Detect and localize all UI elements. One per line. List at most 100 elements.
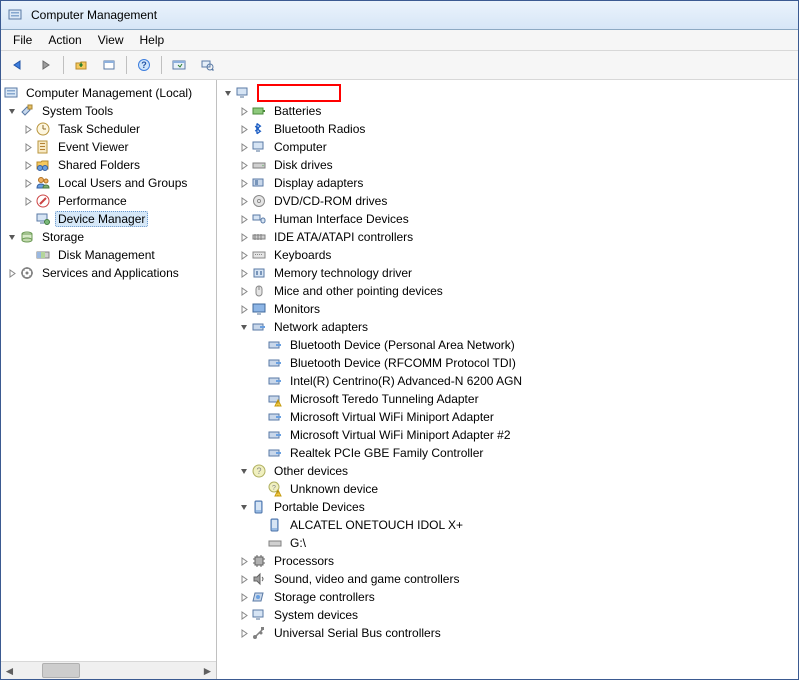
category-network[interactable]: Network adapters	[217, 318, 798, 336]
help-button[interactable]: ?	[131, 53, 157, 77]
category-memory-tech[interactable]: Memory technology driver	[217, 264, 798, 282]
menu-file[interactable]: File	[5, 33, 40, 47]
collapse-icon[interactable]	[5, 230, 19, 244]
device-portable-0[interactable]: ALCATEL ONETOUCH IDOL X+	[217, 516, 798, 534]
device-tree[interactable]: Batteries Bluetooth Radios Computer Disk…	[217, 80, 798, 679]
expand-icon[interactable]	[5, 266, 19, 280]
device-net-5[interactable]: Microsoft Virtual WiFi Miniport Adapter …	[217, 426, 798, 444]
category-disk-drives[interactable]: Disk drives	[217, 156, 798, 174]
scroll-right-button[interactable]: ►	[199, 663, 216, 678]
view-button[interactable]	[166, 53, 192, 77]
collapse-icon[interactable]	[237, 500, 251, 514]
node-event-viewer[interactable]: Event Viewer	[1, 138, 216, 156]
expand-icon[interactable]	[237, 626, 251, 640]
category-bluetooth[interactable]: Bluetooth Radios	[217, 120, 798, 138]
expand-icon[interactable]	[237, 572, 251, 586]
collapse-icon[interactable]	[221, 86, 235, 100]
expand-icon[interactable]	[21, 194, 35, 208]
category-portable[interactable]: Portable Devices	[217, 498, 798, 516]
device-portable-1[interactable]: G:\	[217, 534, 798, 552]
navigation-tree[interactable]: Computer Management (Local) System Tools…	[1, 80, 217, 679]
expand-icon[interactable]	[237, 284, 251, 298]
device-net-6[interactable]: Realtek PCIe GBE Family Controller	[217, 444, 798, 462]
expand-icon[interactable]	[21, 158, 35, 172]
sound-icon	[251, 571, 267, 587]
expand-icon[interactable]	[237, 230, 251, 244]
expand-icon[interactable]	[237, 266, 251, 280]
expand-icon[interactable]	[237, 212, 251, 226]
device-net-3[interactable]: !Microsoft Teredo Tunneling Adapter	[217, 390, 798, 408]
expand-icon[interactable]	[237, 158, 251, 172]
expand-icon[interactable]	[237, 302, 251, 316]
expand-icon[interactable]	[237, 590, 251, 604]
device-net-0[interactable]: Bluetooth Device (Personal Area Network)	[217, 336, 798, 354]
up-folder-button[interactable]	[68, 53, 94, 77]
node-task-scheduler[interactable]: Task Scheduler	[1, 120, 216, 138]
expand-icon[interactable]	[21, 176, 35, 190]
expand-icon[interactable]	[237, 140, 251, 154]
node-device-manager[interactable]: Device Manager	[1, 210, 216, 228]
expand-icon[interactable]	[237, 176, 251, 190]
forward-button[interactable]	[33, 53, 59, 77]
device-net-1[interactable]: Bluetooth Device (RFCOMM Protocol TDI)	[217, 354, 798, 372]
scroll-thumb[interactable]	[42, 663, 80, 678]
node-label: Performance	[55, 193, 130, 209]
device-unknown[interactable]: ?!Unknown device	[217, 480, 798, 498]
expand-icon[interactable]	[237, 554, 251, 568]
other-devices-icon: ?	[251, 463, 267, 479]
node-disk-management[interactable]: Disk Management	[1, 246, 216, 264]
collapse-icon[interactable]	[5, 104, 19, 118]
category-monitors[interactable]: Monitors	[217, 300, 798, 318]
category-batteries[interactable]: Batteries	[217, 102, 798, 120]
category-dvd[interactable]: DVD/CD-ROM drives	[217, 192, 798, 210]
category-sound[interactable]: Sound, video and game controllers	[217, 570, 798, 588]
node-storage[interactable]: Storage	[1, 228, 216, 246]
horizontal-scrollbar[interactable]: ◄ ►	[1, 661, 216, 679]
expand-icon[interactable]	[21, 122, 35, 136]
toolbar: ?	[1, 51, 798, 80]
menu-view[interactable]: View	[90, 33, 132, 47]
expand-icon[interactable]	[237, 104, 251, 118]
system-tools-icon	[19, 103, 35, 119]
node-performance[interactable]: Performance	[1, 192, 216, 210]
device-root[interactable]	[217, 84, 798, 102]
scan-button[interactable]	[194, 53, 220, 77]
category-usb[interactable]: Universal Serial Bus controllers	[217, 624, 798, 642]
device-net-2[interactable]: Intel(R) Centrino(R) Advanced-N 6200 AGN	[217, 372, 798, 390]
menu-help[interactable]: Help	[132, 33, 173, 47]
properties-button[interactable]	[96, 53, 122, 77]
shared-folders-icon	[35, 157, 51, 173]
node-local-users[interactable]: Local Users and Groups	[1, 174, 216, 192]
category-mice[interactable]: Mice and other pointing devices	[217, 282, 798, 300]
node-computer-management[interactable]: Computer Management (Local)	[1, 84, 216, 102]
scroll-left-button[interactable]: ◄	[1, 663, 18, 678]
back-button[interactable]	[5, 53, 31, 77]
node-label: Computer Management (Local)	[23, 85, 195, 101]
category-computer[interactable]: Computer	[217, 138, 798, 156]
node-label: Human Interface Devices	[271, 211, 412, 227]
category-processors[interactable]: Processors	[217, 552, 798, 570]
menu-action[interactable]: Action	[40, 33, 89, 47]
category-other[interactable]: ?Other devices	[217, 462, 798, 480]
category-storage-ctrl[interactable]: Storage controllers	[217, 588, 798, 606]
expand-icon[interactable]	[237, 122, 251, 136]
expand-icon[interactable]	[237, 194, 251, 208]
device-net-4[interactable]: Microsoft Virtual WiFi Miniport Adapter	[217, 408, 798, 426]
category-keyboards[interactable]: Keyboards	[217, 246, 798, 264]
category-ide[interactable]: IDE ATA/ATAPI controllers	[217, 228, 798, 246]
category-hid[interactable]: Human Interface Devices	[217, 210, 798, 228]
category-display[interactable]: Display adapters	[217, 174, 798, 192]
node-system-tools[interactable]: System Tools	[1, 102, 216, 120]
svg-text:?: ?	[256, 466, 261, 476]
node-label: Batteries	[271, 103, 324, 119]
dvd-icon	[251, 193, 267, 209]
expand-icon[interactable]	[21, 140, 35, 154]
node-services[interactable]: Services and Applications	[1, 264, 216, 282]
expand-icon[interactable]	[237, 608, 251, 622]
collapse-icon[interactable]	[237, 320, 251, 334]
node-shared-folders[interactable]: Shared Folders	[1, 156, 216, 174]
node-label: Microsoft Virtual WiFi Miniport Adapter …	[287, 427, 514, 443]
expand-icon[interactable]	[237, 248, 251, 262]
collapse-icon[interactable]	[237, 464, 251, 478]
category-system[interactable]: System devices	[217, 606, 798, 624]
